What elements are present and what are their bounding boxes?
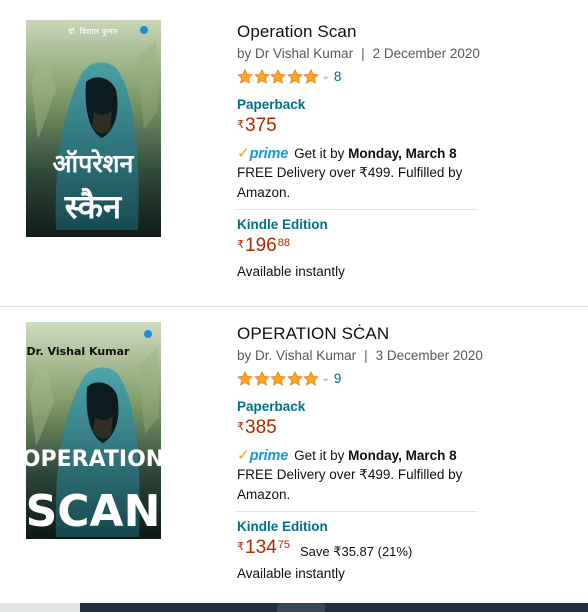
prime-logo: ✓ prime <box>237 447 288 465</box>
prime-wordmark: prime <box>249 146 289 162</box>
cover-author-text: डॉ. विशाल कुमार <box>67 26 118 37</box>
book-cover-image[interactable]: Dr. Vishal Kumar OPERATION SCAN <box>26 322 161 539</box>
star-icon <box>237 370 253 386</box>
rating-widget[interactable]: ⌄ 8 <box>237 67 577 85</box>
byline-separator: | <box>361 46 365 61</box>
publish-date: 2 December 2020 <box>372 46 480 61</box>
star-icon <box>303 68 319 84</box>
price-whole: 196 <box>245 235 277 256</box>
byline-separator: | <box>364 348 368 363</box>
book-cover-art: डॉ. विशाल कुमार ऑपरेशन स्कैन <box>26 20 161 237</box>
star-icon <box>253 370 270 386</box>
currency-symbol: ₹ <box>237 421 244 433</box>
kindle-format-link[interactable]: Kindle Edition <box>237 518 577 535</box>
prime-check-icon: ✓ <box>237 447 250 464</box>
paperback-format-link[interactable]: Paperback <box>237 398 577 415</box>
paperback-format-link[interactable]: Paperback <box>237 96 577 113</box>
by-prefix: by <box>237 46 252 61</box>
star-icon <box>303 370 319 386</box>
publish-date: 3 December 2020 <box>375 348 483 363</box>
price-whole: 134 <box>245 537 277 558</box>
book-cover-image[interactable]: डॉ. विशाल कुमार ऑपरेशन स्कैन <box>26 20 161 237</box>
chevron-down-icon[interactable]: ⌄ <box>322 71 330 82</box>
currency-symbol: ₹ <box>237 119 244 131</box>
format-divider <box>237 209 477 210</box>
star-icon <box>270 68 286 84</box>
format-divider <box>237 511 477 512</box>
star-rating <box>237 370 320 386</box>
kindle-price[interactable]: ₹ 134 75 Save ₹35.87 (21%) <box>237 537 577 561</box>
by-prefix: by <box>237 348 252 363</box>
product-title-link[interactable]: OPERATION SĊAN <box>237 324 577 344</box>
prime-delivery-line: ✓ prime Get it by Monday, March 8 <box>237 145 577 163</box>
price-fraction: 88 <box>277 237 290 249</box>
get-it-by-text: Get it by <box>294 448 345 463</box>
delivery-info: FREE Delivery over ₹499. Fulfilled by Am… <box>237 467 463 502</box>
prime-wordmark: prime <box>249 448 289 464</box>
author-name: Dr. Vishal Kumar <box>255 348 357 363</box>
kindle-format-link[interactable]: Kindle Edition <box>237 216 577 233</box>
price-fraction: 75 <box>277 539 290 551</box>
currency-symbol: ₹ <box>237 239 244 251</box>
paperback-price[interactable]: ₹ 375 <box>237 115 577 139</box>
book-cover-art: Dr. Vishal Kumar OPERATION SCAN <box>26 322 161 539</box>
kindle-price[interactable]: ₹ 196 88 <box>237 235 577 259</box>
result-info: OPERATION SĊAN by Dr. Vishal Kumar | 3 Dec… <box>237 324 577 583</box>
chevron-down-icon[interactable]: ⌄ <box>322 373 330 384</box>
cover-title-line1: OPERATION <box>26 447 161 472</box>
star-icon <box>253 68 270 84</box>
cover-title-line2: SCAN <box>26 486 160 537</box>
rating-count-link[interactable]: 9 <box>334 371 342 386</box>
byline: by Dr Vishal Kumar | 2 December 2020 <box>237 45 577 63</box>
star-rating <box>237 68 320 84</box>
prime-logo: ✓ prime <box>237 145 288 163</box>
search-result-2: Dr. Vishal Kumar OPERATION SCAN OPERATIO… <box>0 306 588 606</box>
price-whole: 375 <box>245 115 277 136</box>
availability-text: Available instantly <box>237 566 345 581</box>
star-icon <box>270 370 286 386</box>
rating-widget[interactable]: ⌄ 9 <box>237 369 577 387</box>
cover-title-line2: स्कैन <box>64 187 123 226</box>
search-result-1: डॉ. विशाल कुमार ऑपरेशन स्कैन Operation S… <box>0 0 588 306</box>
delivery-date: Monday, March 8 <box>348 146 457 161</box>
delivery-info: FREE Delivery over ₹499. Fulfilled by Am… <box>237 165 463 200</box>
product-title-link[interactable]: Operation Scan <box>237 22 577 42</box>
paperback-price[interactable]: ₹ 385 <box>237 417 577 441</box>
result-info: Operation Scan by Dr Vishal Kumar | 2 Dece… <box>237 22 577 281</box>
bottom-navigation-bar <box>80 603 588 612</box>
star-icon <box>237 68 253 84</box>
prime-check-icon: ✓ <box>237 145 250 162</box>
savings-text: Save ₹35.87 (21%) <box>299 544 413 559</box>
cover-author-text: Dr. Vishal Kumar <box>27 345 131 358</box>
delivery-date: Monday, March 8 <box>348 448 457 463</box>
availability-text: Available instantly <box>237 264 345 279</box>
star-icon <box>286 68 303 84</box>
get-it-by-text: Get it by <box>294 146 345 161</box>
price-whole: 385 <box>245 417 277 438</box>
currency-symbol: ₹ <box>237 541 244 553</box>
author-name: Dr Vishal Kumar <box>255 46 354 61</box>
star-icon <box>286 370 303 386</box>
prime-delivery-line: ✓ prime Get it by Monday, March 8 <box>237 447 577 465</box>
cover-title-line1: ऑपरेशन <box>53 149 135 178</box>
bottom-strip-left <box>0 603 80 612</box>
back-to-top-tab[interactable] <box>277 603 325 612</box>
rating-count-link[interactable]: 8 <box>334 69 342 84</box>
byline: by Dr. Vishal Kumar | 3 December 2020 <box>237 347 577 365</box>
